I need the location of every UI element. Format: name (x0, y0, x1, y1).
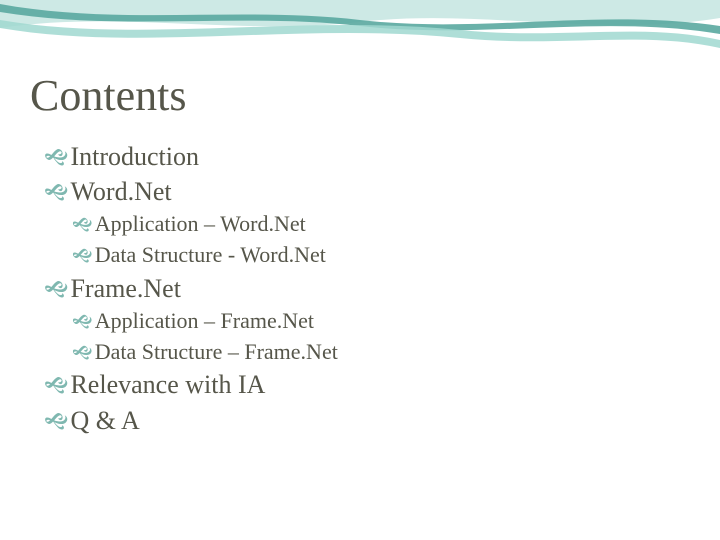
slide-top-wave-decoration (0, 0, 720, 70)
slide-title: Contents (30, 70, 690, 121)
bullet-icon: 🙝 (44, 371, 68, 401)
bullet-icon: 🙝 (44, 407, 68, 437)
bullet-icon: 🙝 (72, 310, 93, 336)
contents-list: 🙝Introduction 🙝Word.Net 🙝Application – W… (30, 139, 690, 438)
list-item-text: Introduction (70, 142, 199, 171)
bullet-icon: 🙝 (72, 213, 93, 239)
list-item-text: Application – Frame.Net (95, 308, 314, 333)
list-item: 🙝Relevance with IA (30, 367, 690, 402)
slide-content: Contents 🙝Introduction 🙝Word.Net 🙝Applic… (30, 70, 690, 438)
list-item-text: Relevance with IA (70, 370, 265, 399)
list-item: 🙝Word.Net (30, 174, 690, 209)
bullet-icon: 🙝 (72, 244, 93, 270)
list-item-text: Q & A (70, 406, 139, 435)
list-item-text: Data Structure – Frame.Net (95, 339, 338, 364)
list-item-text: Frame.Net (70, 274, 180, 303)
list-item: 🙝Frame.Net (30, 271, 690, 306)
bullet-icon: 🙝 (44, 143, 68, 173)
list-item: 🙝Data Structure – Frame.Net (30, 337, 690, 368)
list-item: 🙝Data Structure - Word.Net (30, 240, 690, 271)
list-item: 🙝Application – Word.Net (30, 209, 690, 240)
list-item: 🙝Introduction (30, 139, 690, 174)
list-item: 🙝Application – Frame.Net (30, 306, 690, 337)
bullet-icon: 🙝 (72, 341, 93, 367)
bullet-icon: 🙝 (44, 178, 68, 208)
list-item: 🙝Q & A (30, 403, 690, 438)
bullet-icon: 🙝 (44, 275, 68, 305)
list-item-text: Data Structure - Word.Net (95, 242, 326, 267)
list-item-text: Word.Net (70, 177, 171, 206)
list-item-text: Application – Word.Net (95, 211, 306, 236)
